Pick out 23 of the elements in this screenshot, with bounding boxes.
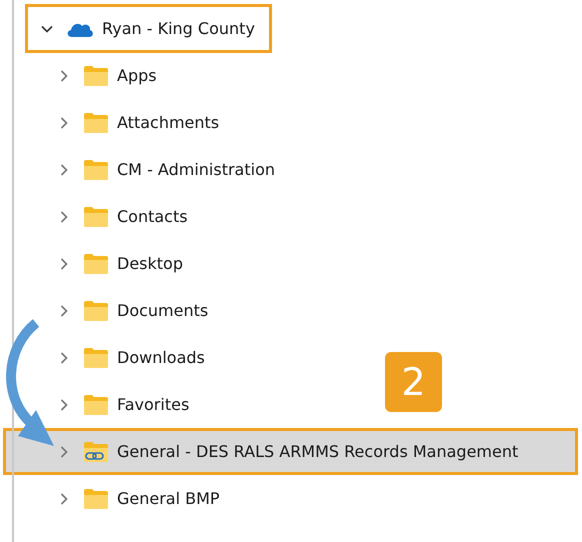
tree-item[interactable]: Downloads xyxy=(117,348,205,367)
linked-folder-icon xyxy=(83,440,109,462)
tree-item[interactable]: Attachments xyxy=(117,113,220,132)
tree-item[interactable]: CM - Administration xyxy=(117,160,275,179)
folder-icon xyxy=(83,206,109,228)
folder-icon xyxy=(83,112,109,134)
folder-icon xyxy=(83,252,109,274)
folder-icon xyxy=(83,300,109,322)
tree-item[interactable]: Favorites xyxy=(117,395,190,414)
tree-item[interactable]: Ryan - King County xyxy=(102,19,255,38)
folder-icon xyxy=(83,394,109,416)
tree-item[interactable]: Contacts xyxy=(117,207,188,226)
tree-item[interactable]: General BMP xyxy=(117,489,220,508)
selected-tree-row[interactable]: General - DES RALS ARMMS Records Management xyxy=(3,428,578,475)
folder-icon xyxy=(83,158,109,180)
step-badge: 2 xyxy=(385,352,442,412)
tree-item: General - DES RALS ARMMS Records Management xyxy=(117,442,518,461)
folder-icon xyxy=(83,488,109,510)
folder-icon xyxy=(83,346,109,368)
tree-item[interactable]: Documents xyxy=(117,301,208,320)
folder-icon xyxy=(83,64,109,86)
tree-item[interactable]: Desktop xyxy=(117,254,183,273)
tree-item[interactable]: Apps xyxy=(117,66,157,85)
